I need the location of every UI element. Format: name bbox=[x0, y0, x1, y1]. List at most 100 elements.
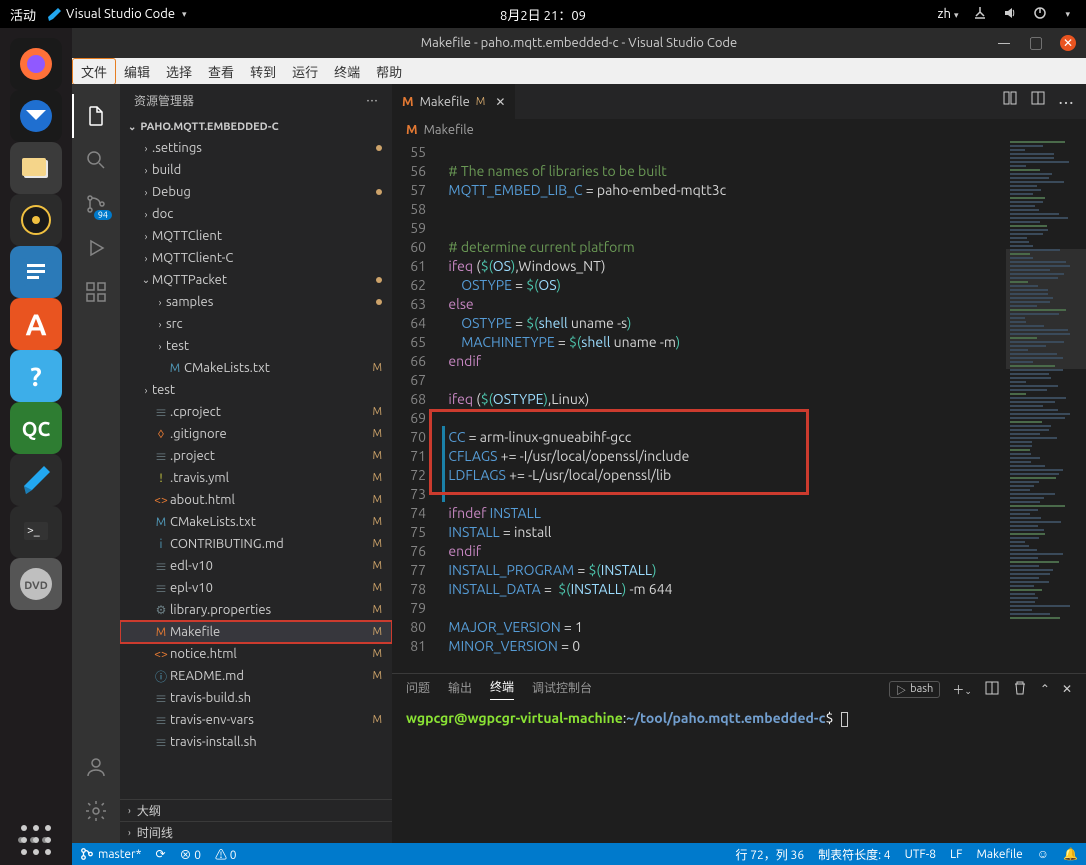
dock-app-7[interactable]: QC bbox=[10, 402, 62, 454]
panel-tab-2[interactable]: 终端 bbox=[490, 678, 514, 700]
dock-app-1[interactable] bbox=[10, 90, 62, 142]
explorer-icon[interactable] bbox=[72, 94, 120, 138]
extensions-icon[interactable] bbox=[72, 270, 120, 314]
power-icon[interactable] bbox=[1032, 5, 1048, 24]
menu-5[interactable]: 运行 bbox=[284, 59, 326, 84]
activities-label[interactable]: 活动 bbox=[10, 5, 36, 24]
folder-build[interactable]: ›build bbox=[120, 159, 392, 181]
clock[interactable]: 8月2日 21：09 bbox=[500, 5, 586, 24]
file-README.md[interactable]: ⓘREADME.mdM bbox=[120, 665, 392, 687]
maximize-panel-icon[interactable]: ⌃ bbox=[1040, 682, 1050, 696]
scm-icon[interactable]: 94 bbox=[72, 182, 120, 226]
panel-tab-3[interactable]: 调试控制台 bbox=[532, 679, 592, 700]
show-apps-icon[interactable] bbox=[21, 825, 51, 855]
dock-app-8[interactable] bbox=[10, 454, 62, 506]
menu-2[interactable]: 选择 bbox=[158, 59, 200, 84]
file-travis-env-vars[interactable]: ≡travis-env-varsM bbox=[120, 709, 392, 731]
file-CMakeLists.txt[interactable]: MCMakeLists.txtM bbox=[120, 511, 392, 533]
feedback-icon[interactable]: ☺ bbox=[1037, 847, 1049, 861]
file-library.properties[interactable]: ⚙library.propertiesM bbox=[120, 599, 392, 621]
search-icon[interactable] bbox=[72, 138, 120, 182]
gear-icon[interactable] bbox=[72, 789, 120, 833]
file-epl-v10[interactable]: ≡epl-v10M bbox=[120, 577, 392, 599]
dock-app-10[interactable]: DVD bbox=[10, 558, 62, 610]
menu-0[interactable]: 文件 bbox=[72, 58, 116, 85]
file-travis-build.sh[interactable]: ≡travis-build.sh bbox=[120, 687, 392, 709]
new-terminal-icon[interactable]: ＋⌄ bbox=[952, 681, 972, 698]
panel-tab-1[interactable]: 输出 bbox=[448, 679, 472, 700]
dock-app-6[interactable]: ? bbox=[10, 350, 62, 402]
network-icon[interactable] bbox=[972, 5, 988, 24]
warnings-count[interactable]: ⚠ 0 bbox=[215, 846, 237, 863]
compare-icon[interactable] bbox=[1002, 90, 1018, 114]
outline-section[interactable]: ›大纲 bbox=[120, 799, 392, 821]
folder-MQTTClient[interactable]: ›MQTTClient bbox=[120, 225, 392, 247]
language-mode[interactable]: Makefile bbox=[976, 848, 1022, 861]
maximize-button[interactable]: ▢ bbox=[1028, 35, 1044, 51]
terminal-shell-selector[interactable]: ▷bash bbox=[889, 681, 940, 698]
more-actions-icon[interactable]: ⋯ bbox=[1058, 90, 1074, 114]
split-terminal-icon[interactable] bbox=[984, 680, 1000, 699]
file-.travis.yml[interactable]: !.travis.ymlM bbox=[120, 467, 392, 489]
folder-.settings[interactable]: ›.settings bbox=[120, 137, 392, 159]
file-.cproject[interactable]: ≡.cprojectM bbox=[120, 401, 392, 423]
file-.gitignore[interactable]: ◊.gitignoreM bbox=[120, 423, 392, 445]
folder-src[interactable]: ›src bbox=[120, 313, 392, 335]
minimize-button[interactable]: — bbox=[996, 35, 1012, 51]
breadcrumb[interactable]: M Makefile bbox=[392, 119, 1086, 141]
folder-Debug[interactable]: ›Debug bbox=[120, 181, 392, 203]
debug-icon[interactable] bbox=[72, 226, 120, 270]
timeline-section[interactable]: ›时间线 bbox=[120, 821, 392, 843]
dock-app-5[interactable]: A bbox=[10, 298, 62, 350]
close-tab-icon[interactable]: ✕ bbox=[495, 95, 505, 109]
file-.project[interactable]: ≡.projectM bbox=[120, 445, 392, 467]
tab-size[interactable]: 制表符长度: 4 bbox=[818, 846, 890, 863]
file-about.html[interactable]: <>about.htmlM bbox=[120, 489, 392, 511]
menu-6[interactable]: 终端 bbox=[326, 59, 368, 84]
app-name[interactable]: Visual Studio Code▾ bbox=[46, 6, 187, 22]
file-Makefile[interactable]: MMakefileM bbox=[120, 621, 392, 643]
lang-indicator[interactable]: zh▾ bbox=[938, 7, 959, 21]
dock-app-2[interactable] bbox=[10, 142, 62, 194]
menu-1[interactable]: 编辑 bbox=[116, 59, 158, 84]
split-icon[interactable] bbox=[1030, 90, 1046, 114]
notifications-icon[interactable]: 🔔 bbox=[1063, 847, 1078, 861]
cursor-position[interactable]: 行 72，列 36 bbox=[736, 846, 805, 863]
file-CONTRIBUTING.md[interactable]: iCONTRIBUTING.mdM bbox=[120, 533, 392, 555]
git-branch[interactable]: master* bbox=[80, 847, 141, 861]
sync-icon[interactable]: ⟳ bbox=[155, 847, 165, 861]
terminal[interactable]: wgpcgr@wgpcgr-virtual-machine:~/tool/pah… bbox=[392, 704, 1086, 843]
folder-samples[interactable]: ›samples bbox=[120, 291, 392, 313]
dock-app-9[interactable]: >_ bbox=[10, 506, 62, 558]
menu-7[interactable]: 帮助 bbox=[368, 59, 410, 84]
dock-app-3[interactable] bbox=[10, 194, 62, 246]
account-icon[interactable] bbox=[72, 745, 120, 789]
menu-3[interactable]: 查看 bbox=[200, 59, 242, 84]
project-header[interactable]: ⌄PAHO.MQTT.EMBEDDED-C bbox=[120, 117, 392, 137]
dock-app-4[interactable] bbox=[10, 246, 62, 298]
tab-makefile[interactable]: M Makefile M ✕ bbox=[392, 84, 516, 119]
code-editor[interactable]: 55 56 57 58 59 60 61 62 63 64 65 66 67 6… bbox=[392, 141, 1086, 673]
more-icon[interactable]: ⋯ bbox=[366, 92, 378, 109]
code-content[interactable]: # The names of libraries to be built MQT… bbox=[442, 141, 1006, 673]
file-CMakeLists.txt[interactable]: MCMakeLists.txtM bbox=[120, 357, 392, 379]
folder-doc[interactable]: ›doc bbox=[120, 203, 392, 225]
file-travis-install.sh[interactable]: ≡travis-install.sh bbox=[120, 731, 392, 753]
dock-app-0[interactable] bbox=[10, 38, 62, 90]
kill-terminal-icon[interactable] bbox=[1012, 680, 1028, 699]
folder-test[interactable]: ›test bbox=[120, 379, 392, 401]
folder-MQTTClient-C[interactable]: ›MQTTClient-C bbox=[120, 247, 392, 269]
volume-icon[interactable] bbox=[1002, 5, 1018, 24]
close-button[interactable]: ✕ bbox=[1060, 35, 1076, 51]
folder-test[interactable]: ›test bbox=[120, 335, 392, 357]
menu-4[interactable]: 转到 bbox=[242, 59, 284, 84]
eol[interactable]: LF bbox=[950, 848, 962, 861]
file-edl-v10[interactable]: ≡edl-v10M bbox=[120, 555, 392, 577]
folder-MQTTPacket[interactable]: ⌄MQTTPacket bbox=[120, 269, 392, 291]
close-panel-icon[interactable]: ✕ bbox=[1062, 682, 1072, 696]
file-notice.html[interactable]: <>notice.htmlM bbox=[120, 643, 392, 665]
minimap[interactable] bbox=[1006, 141, 1086, 673]
encoding[interactable]: UTF-8 bbox=[905, 848, 936, 861]
panel-tab-0[interactable]: 问题 bbox=[406, 679, 430, 700]
errors-count[interactable]: ⊗ 0 bbox=[180, 846, 202, 863]
